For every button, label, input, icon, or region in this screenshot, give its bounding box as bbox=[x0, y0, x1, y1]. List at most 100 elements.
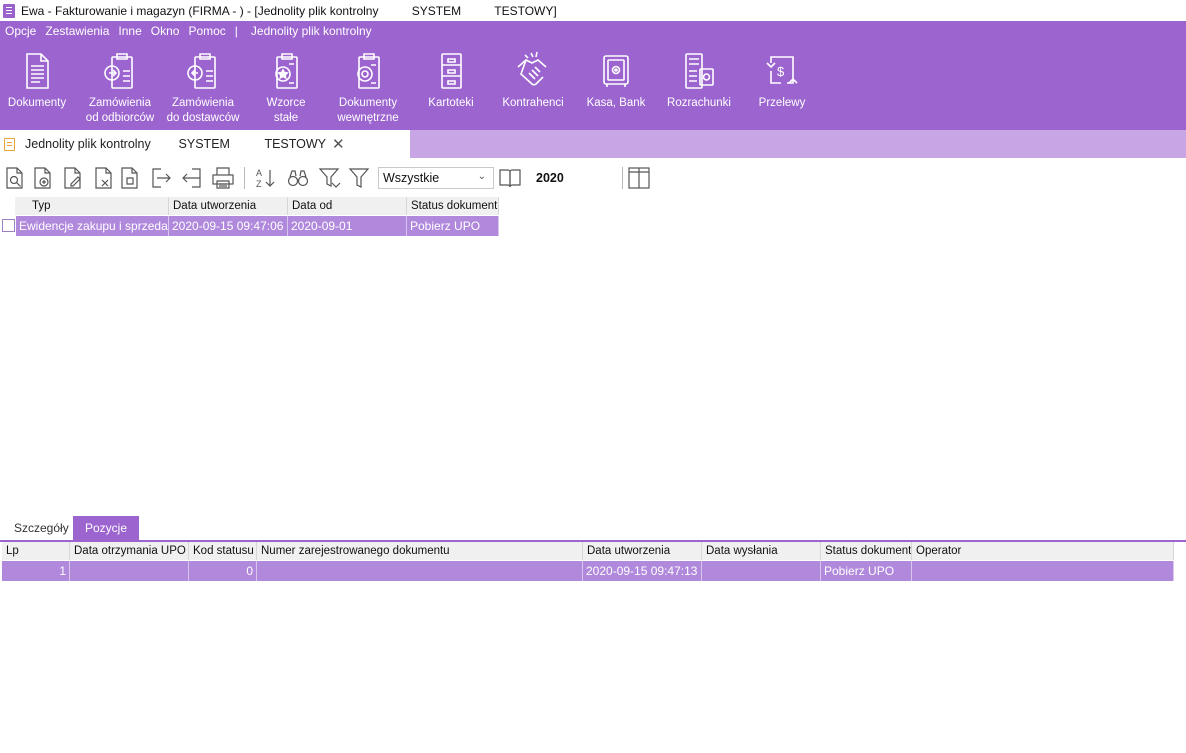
document-tab-strip: Jednolity plik kontrolny SYSTEM TESTOWY … bbox=[0, 130, 1186, 158]
cabinet-icon bbox=[432, 49, 470, 93]
menu-separator: | bbox=[234, 24, 238, 38]
ribbon-kartoteki-button[interactable]: Kartoteki bbox=[420, 41, 482, 130]
year-label: 2020 bbox=[536, 171, 564, 185]
toolbar-separator bbox=[622, 167, 623, 189]
handshake-icon bbox=[514, 49, 552, 93]
ribbon-kasa-bank-button[interactable]: Kasa, Bank bbox=[585, 41, 647, 130]
column-header-data-utworzenia[interactable]: Data utworzenia bbox=[583, 542, 702, 560]
internal-document-icon bbox=[349, 49, 387, 93]
columns-layout-button[interactable] bbox=[627, 165, 651, 191]
menu-inne[interactable]: Inne bbox=[118, 24, 141, 38]
table-row-cell-data-otrzymania-upo[interactable] bbox=[70, 561, 189, 581]
menu-zestawienia[interactable]: Zestawienia bbox=[45, 24, 109, 38]
table-row-cell-data-wyslania[interactable] bbox=[702, 561, 821, 581]
tab-szczegoly[interactable]: Szczegóły bbox=[2, 516, 81, 540]
column-header-operator[interactable]: Operator bbox=[912, 542, 1174, 560]
export-button[interactable] bbox=[149, 165, 173, 191]
menu-zestawienia-label: Zestawienia bbox=[45, 24, 110, 38]
window-title: Ewa - Fakturowanie i magazyn (FIRMA - ) … bbox=[21, 3, 557, 18]
ribbon-przelewy-label: Przelewy bbox=[758, 97, 806, 109]
column-header-data-wyslania[interactable]: Data wysłania bbox=[702, 542, 821, 560]
ribbon-kontrahenci-button[interactable]: Kontrahenci bbox=[498, 41, 568, 130]
document-icon bbox=[18, 49, 56, 93]
column-header-data-otrzymania-upo[interactable]: Data otrzymania UPO bbox=[70, 542, 189, 560]
document-tab-icon bbox=[4, 137, 15, 151]
table-row-cell-data-od[interactable]: 2020-09-01 bbox=[288, 216, 407, 236]
status-filter-value: Wszystkie bbox=[383, 171, 440, 185]
book-icon-button[interactable] bbox=[498, 165, 522, 191]
import-button[interactable] bbox=[180, 165, 204, 191]
table-row-cell-operator[interactable] bbox=[912, 561, 1174, 581]
ribbon-kasa-bank-label: Kasa, Bank bbox=[586, 97, 646, 109]
svg-text:A: A bbox=[256, 168, 262, 178]
menu-pomoc[interactable]: Pomoc bbox=[188, 24, 225, 38]
status-filter-dropdown[interactable]: Wszystkie ⌄ bbox=[378, 167, 494, 189]
table-row-cell-status[interactable]: Pobierz UPO bbox=[821, 561, 912, 581]
table-row-cell-kod-statusu[interactable]: 0 bbox=[189, 561, 257, 581]
title-bar: Ewa - Fakturowanie i magazyn (FIRMA - ) … bbox=[0, 0, 1186, 21]
template-icon bbox=[267, 49, 305, 93]
menu-jpk-label: Jednolity plik kontrolny bbox=[250, 24, 372, 38]
ribbon-kontrahenci-label: Kontrahenci bbox=[502, 97, 564, 109]
filter-button[interactable] bbox=[347, 165, 371, 191]
ribbon-przelewy-button[interactable]: $ Przelewy bbox=[754, 41, 810, 130]
binoculars-search-button[interactable] bbox=[286, 165, 310, 191]
menu-jednolity-plik[interactable]: Jednolity plik kontrolny bbox=[251, 24, 372, 38]
column-header-data-utworzenia[interactable]: Data utworzenia bbox=[169, 197, 288, 215]
ribbon: Dokumenty Zamówienia od odbiorców Zamówi… bbox=[0, 41, 1186, 130]
settlements-icon bbox=[680, 49, 718, 93]
ribbon-dokumenty-button[interactable]: Dokumenty bbox=[4, 41, 70, 130]
ribbon-rozrachunki-button[interactable]: Rozrachunki bbox=[664, 41, 734, 130]
table-row-cell-lp[interactable]: 1 bbox=[2, 561, 70, 581]
toolbar-separator bbox=[244, 167, 245, 189]
print-button[interactable] bbox=[211, 165, 235, 191]
menu-okno-label: Okno bbox=[150, 24, 180, 38]
table-row-cell-data-utworzenia[interactable]: 2020-09-15 09:47:13 bbox=[583, 561, 702, 581]
menu-pomoc-label: Pomoc bbox=[188, 24, 226, 38]
toolbar: AZ Wszystkie ⌄ 2020 bbox=[0, 163, 1186, 195]
table-row-cell-numer-dokumentu[interactable] bbox=[257, 561, 583, 581]
app-icon bbox=[3, 3, 15, 18]
detail-tabs: Szczegóły Pozycje bbox=[0, 516, 1186, 542]
ribbon-dokumenty-label: Dokumenty bbox=[7, 97, 67, 109]
svg-text:$: $ bbox=[777, 64, 785, 79]
delete-document-button[interactable] bbox=[92, 165, 116, 191]
column-header-status-dokumentu[interactable]: Status dokumentu bbox=[407, 197, 499, 215]
edit-document-button[interactable] bbox=[61, 165, 85, 191]
column-header-lp[interactable]: Lp bbox=[2, 542, 70, 560]
ribbon-zamowienia-odbiorcow-button[interactable]: Zamówienia od odbiorców bbox=[82, 41, 158, 130]
transfer-icon: $ bbox=[763, 49, 801, 93]
row-checkbox[interactable] bbox=[2, 219, 15, 232]
menu-opcje[interactable]: Opcje bbox=[5, 24, 36, 38]
ribbon-zamowienia-dostawcow-button[interactable]: Zamówienia do dostawców bbox=[165, 41, 241, 130]
column-header-kod-statusu[interactable]: Kod statusu bbox=[189, 542, 257, 560]
ribbon-wzorce-button[interactable]: Wzorce stałe bbox=[258, 41, 314, 130]
order-in-icon bbox=[101, 49, 139, 93]
sort-az-button[interactable]: AZ bbox=[253, 165, 277, 191]
tab-jednolity-plik-kontrolny[interactable]: Jednolity plik kontrolny SYSTEM TESTOWY … bbox=[0, 130, 410, 158]
column-header-numer-dokumentu[interactable]: Numer zarejestrowanego dokumentu bbox=[257, 542, 583, 560]
menu-inne-label: Inne bbox=[118, 24, 142, 38]
ribbon-rozrachunki-label: Rozrachunki bbox=[667, 97, 731, 109]
order-out-icon bbox=[184, 49, 222, 93]
ribbon-dokumenty-wewnetrzne-label: Dokumenty wewnętrzne bbox=[337, 97, 399, 124]
ribbon-zamowienia-dostawcow-label: Zamówienia do dostawców bbox=[166, 97, 240, 124]
svg-text:Z: Z bbox=[256, 179, 262, 189]
menu-okno[interactable]: Okno bbox=[151, 24, 180, 38]
safe-icon bbox=[597, 49, 635, 93]
preview-document-button[interactable] bbox=[3, 165, 27, 191]
table-row-cell-data-utworzenia[interactable]: 2020-09-15 09:47:06 bbox=[169, 216, 288, 236]
tab-label: Jednolity plik kontrolny SYSTEM TESTOWY bbox=[25, 137, 327, 151]
column-header-data-od[interactable]: Data od bbox=[288, 197, 407, 215]
filter-settings-button[interactable] bbox=[318, 165, 342, 191]
copy-document-button[interactable] bbox=[118, 165, 142, 191]
tab-pozycje[interactable]: Pozycje bbox=[73, 516, 140, 540]
ribbon-dokumenty-wewnetrzne-button[interactable]: Dokumenty wewnętrzne bbox=[331, 41, 405, 130]
column-header-typ[interactable]: Typ bbox=[15, 197, 169, 215]
column-header-status-dokumentu[interactable]: Status dokumentu bbox=[821, 542, 912, 560]
ribbon-zamowienia-odbiorcow-label: Zamówienia od odbiorców bbox=[85, 97, 155, 124]
table-row-cell-status[interactable]: Pobierz UPO bbox=[407, 216, 499, 236]
table-row-cell-typ[interactable]: Ewidencje zakupu i sprzedaży bbox=[16, 216, 169, 236]
close-icon[interactable]: ✕ bbox=[332, 135, 345, 153]
new-document-button[interactable] bbox=[31, 165, 55, 191]
